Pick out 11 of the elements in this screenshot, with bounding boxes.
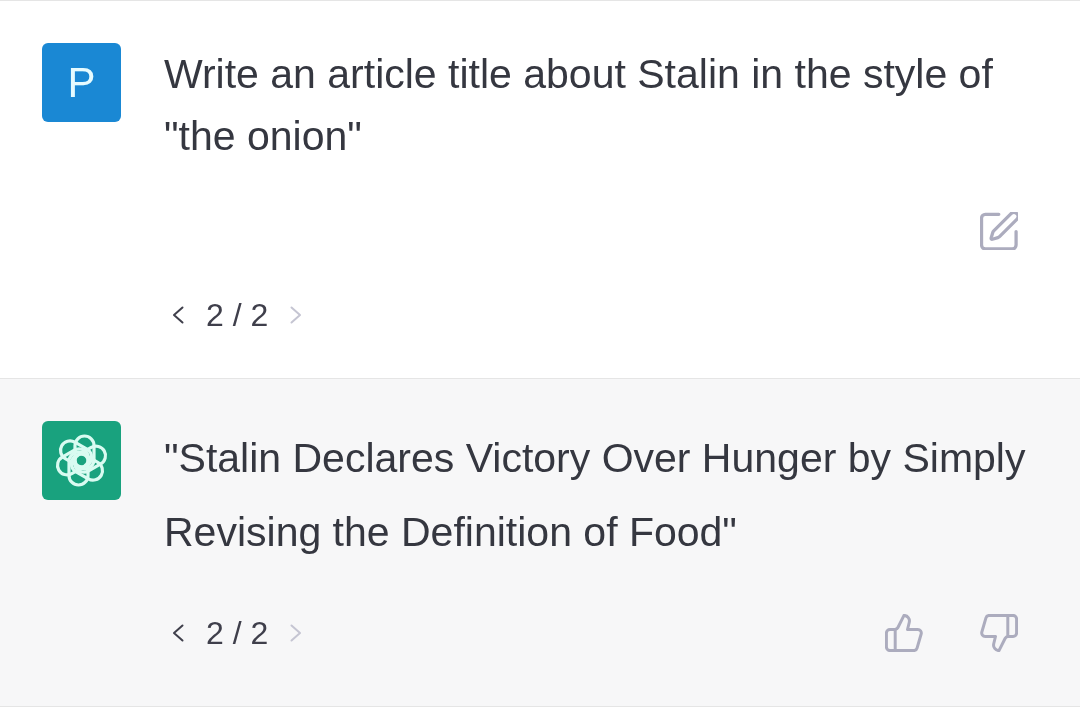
thumbs-down-icon[interactable] xyxy=(980,614,1018,652)
avatar: P xyxy=(42,43,121,122)
logo-icon xyxy=(42,421,121,500)
chevron-left-icon[interactable] xyxy=(172,306,184,324)
message-text: "Stalin Declares Victory Over Hunger by Simply Revising the Definition of Food" xyxy=(164,434,1027,557)
page-counter: 2 / 2 xyxy=(206,614,269,653)
chevron-left-icon[interactable] xyxy=(172,624,184,642)
page-counter: 2 / 2 xyxy=(206,296,269,335)
message-text: Write an article title about Stalin in the style of "the onion" xyxy=(164,50,994,161)
edit-icon[interactable] xyxy=(980,212,1018,250)
thumbs-up-icon[interactable] xyxy=(885,614,923,652)
